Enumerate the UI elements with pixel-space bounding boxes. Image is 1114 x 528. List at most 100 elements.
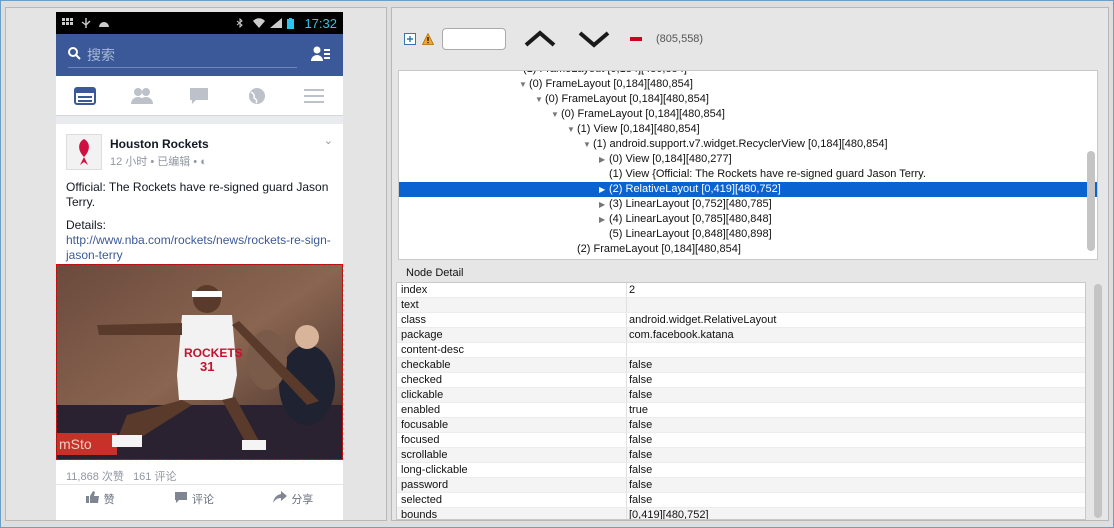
node-detail-table[interactable]: index 2 text class android.widget.RelativeLa… [396, 282, 1086, 520]
detail-row[interactable]: bounds [0,419][480,752] [397, 508, 1085, 520]
friend-requests-icon[interactable] [311, 46, 331, 65]
detail-row[interactable]: selected false [397, 493, 1085, 508]
jersey-team: ROCKETS [184, 346, 243, 360]
detail-key: text [397, 298, 627, 312]
hierarchy-tree[interactable]: (1) FrameLayout [0,184][480,854]▼(0) Fra… [398, 70, 1098, 260]
rockets-logo[interactable] [66, 134, 102, 170]
detail-row[interactable]: focusable false [397, 418, 1085, 433]
collapse-arrow-icon[interactable]: ▶ [599, 182, 609, 197]
detail-value: false [629, 449, 653, 461]
detail-value: true [629, 404, 648, 416]
post-link[interactable]: http://www.nba.com/rockets/news/rockets-… [66, 233, 331, 262]
facebook-header: 搜索 [56, 34, 343, 76]
expand-arrow-icon[interactable]: ▼ [535, 92, 545, 107]
tree-node[interactable]: (1) View {Official: The Rockets have re-… [399, 167, 1097, 182]
facebook-tab-bar [56, 76, 343, 116]
expand-arrow-icon[interactable]: ▼ [519, 77, 529, 92]
messages-icon[interactable] [188, 87, 210, 105]
friends-icon[interactable] [131, 87, 154, 105]
detail-row[interactable]: scrollable false [397, 448, 1085, 463]
tree-node-label: (4) LinearLayout [0,785][480,848] [609, 213, 772, 225]
filter-input[interactable] [442, 28, 506, 50]
tree-node-label: (0) FrameLayout [0,184][480,854] [545, 93, 709, 105]
detail-key: scrollable [397, 448, 627, 462]
detail-row[interactable]: checkable false [397, 358, 1085, 373]
cursor-coords: (805,558) [656, 33, 704, 45]
details-label: Details: [66, 218, 107, 232]
detail-row[interactable]: focused false [397, 433, 1085, 448]
tree-node[interactable]: ▶ (3) LinearLayout [0,752][480,785] [399, 197, 1097, 212]
expand-arrow-icon[interactable]: ▼ [583, 137, 593, 152]
share-button[interactable]: 分享 [273, 491, 313, 507]
tree-node[interactable]: (5) LinearLayout [0,848][480,898] [399, 227, 1097, 242]
detail-value: [0,419][480,752] [629, 509, 709, 520]
tree-node[interactable]: (2) FrameLayout [0,184][480,854] [399, 242, 1097, 257]
expand-arrow-icon[interactable]: ▼ [551, 107, 561, 122]
search-placeholder: 搜索 [87, 46, 115, 63]
menu-icon[interactable] [303, 87, 325, 105]
comment-label: 评论 [191, 493, 214, 506]
detail-row[interactable]: enabled true [397, 403, 1085, 418]
detail-row[interactable]: text [397, 298, 1085, 313]
detail-row[interactable]: checked false [397, 373, 1085, 388]
detail-scrollbar[interactable] [1094, 284, 1102, 518]
node-detail-header: Node Detail [406, 267, 464, 279]
tree-node[interactable]: ▶ (0) View [0,184][480,277] [399, 152, 1097, 167]
remove-icon[interactable] [630, 37, 642, 41]
like-label: 赞 [103, 493, 115, 506]
android-icon [98, 18, 110, 28]
collapse-arrow-icon[interactable]: ▶ [599, 212, 609, 227]
detail-row[interactable]: index 2 [397, 283, 1085, 298]
detail-row[interactable]: class android.widget.RelativeLayout [397, 313, 1085, 328]
phone-screen[interactable]: 17:32 搜索 Houston Rockets 12 小时 • 已编辑 • ◐… [56, 12, 343, 520]
detail-value: false [629, 374, 653, 386]
post-photo[interactable]: mSto ROCKETS 31 [56, 264, 343, 460]
detail-row[interactable]: long-clickable false [397, 463, 1085, 478]
tree-node-selected[interactable]: ▶ (2) RelativeLayout [0,419][480,752] [399, 182, 1097, 197]
detail-row[interactable]: package com.facebook.katana [397, 328, 1085, 343]
globe-icon[interactable] [246, 87, 268, 105]
comments-count[interactable]: 161 评论 [133, 471, 176, 483]
collapse-arrow-icon[interactable]: ▶ [599, 152, 609, 167]
news-feed-icon[interactable] [73, 86, 96, 105]
tree-node[interactable]: ▼ (0) FrameLayout [0,184][480,854] [399, 92, 1097, 107]
post-author[interactable]: Houston Rockets [110, 137, 209, 151]
detail-value: android.widget.RelativeLayout [629, 314, 777, 326]
jersey-number: 31 [200, 359, 214, 374]
likes-count[interactable]: 11,868 次赞 [66, 471, 124, 483]
device-screenshot-pane[interactable]: 17:32 搜索 Houston Rockets 12 小时 • 已编辑 • ◐… [5, 7, 387, 521]
tree-node[interactable]: ▼ (0) FrameLayout [0,184][480,854] [399, 107, 1097, 122]
chevron-down-icon[interactable]: ⌄ [324, 134, 333, 170]
tree-scrollbar[interactable] [1087, 151, 1095, 251]
detail-key: bounds [397, 508, 627, 519]
warning-icon[interactable] [421, 32, 435, 45]
detail-key: index [397, 283, 627, 297]
chevron-down-icon[interactable] [574, 27, 614, 51]
expand-arrow-icon[interactable]: ▼ [567, 122, 577, 137]
comment-button[interactable]: 评论 [174, 491, 214, 507]
status-bar: 17:32 [56, 12, 343, 34]
detail-key: long-clickable [397, 463, 627, 477]
detail-row[interactable]: password false [397, 478, 1085, 493]
post-stats: 11,868 次赞 161 评论 [66, 468, 176, 484]
feed-post[interactable]: Houston Rockets 12 小时 • 已编辑 • ◐ ⌄ Offici… [56, 124, 343, 520]
tree-node[interactable]: ▼ (1) android.support.v7.widget.RecyclerV… [399, 137, 1097, 152]
detail-value: false [629, 359, 653, 371]
detail-row[interactable]: content-desc [397, 343, 1085, 358]
collapse-arrow-icon[interactable]: ▶ [599, 197, 609, 212]
comment-icon [174, 491, 188, 506]
detail-value: false [629, 434, 653, 446]
detail-key: package [397, 328, 627, 342]
search-input[interactable]: 搜索 [68, 42, 297, 68]
tree-node[interactable]: ▼ (1) View [0,184][480,854] [399, 122, 1097, 137]
chevron-up-icon[interactable] [520, 27, 560, 51]
tree-node[interactable]: (1) FrameLayout [0,184][480,854] [399, 71, 1097, 77]
detail-key: focusable [397, 418, 627, 432]
tree-node[interactable]: ▼ (0) FrameLayout [0,184][480,854] [399, 77, 1097, 92]
like-button[interactable]: 赞 [85, 491, 115, 507]
tree-node[interactable]: ▶ (4) LinearLayout [0,785][480,848] [399, 212, 1097, 227]
detail-key: checked [397, 373, 627, 387]
grid-icon [62, 18, 74, 28]
expand-all-icon[interactable] [404, 33, 416, 45]
detail-row[interactable]: clickable false [397, 388, 1085, 403]
